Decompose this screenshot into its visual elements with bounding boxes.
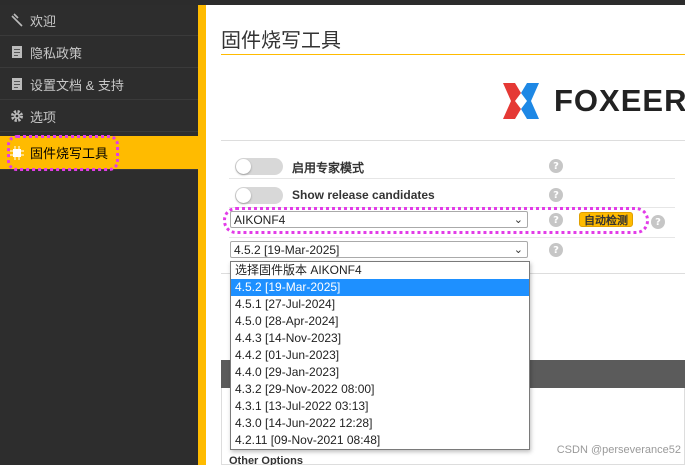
help-icon[interactable]: ? bbox=[549, 243, 563, 257]
sidebar-item-options[interactable]: 选项 bbox=[0, 101, 198, 132]
dropdown-option[interactable]: 4.5.0 [28-Apr-2024] bbox=[231, 313, 529, 330]
foxeer-logo: FOXEER bbox=[500, 79, 685, 123]
watermark: CSDN @perseverance52 bbox=[556, 444, 681, 456]
sidebar-divider bbox=[198, 5, 206, 465]
dropdown-options: 4.5.2 [19-Mar-2025] 4.5.1 [27-Jul-2024] 4.… bbox=[231, 279, 529, 449]
release-candidates-toggle[interactable] bbox=[235, 187, 283, 204]
toggle-knob bbox=[236, 188, 251, 203]
board-select[interactable]: AIKONF4 ⌄ bbox=[230, 211, 528, 228]
dropdown-option[interactable]: 4.4.2 [01-Jun-2023] bbox=[231, 347, 529, 364]
sidebar-item-welcome[interactable]: 欢迎 bbox=[0, 5, 198, 36]
gear-icon bbox=[10, 109, 24, 123]
sidebar-item-label: 设置文档 & 支持 bbox=[30, 77, 124, 93]
dropdown-option[interactable]: 4.2.11 [09-Nov-2021 08:48] bbox=[231, 432, 529, 449]
dropdown-option[interactable]: 4.3.1 [13-Jul-2022 03:13] bbox=[231, 398, 529, 415]
dropdown-option[interactable]: 4.5.1 [27-Jul-2024] bbox=[231, 296, 529, 313]
page-title: 固件烧写工具 bbox=[221, 28, 341, 52]
foxeer-logo-mark bbox=[503, 83, 539, 119]
row-separator bbox=[229, 207, 675, 208]
sidebar-item-label: 欢迎 bbox=[30, 13, 57, 29]
chevron-down-icon: ⌄ bbox=[513, 244, 523, 256]
chevron-down-icon: ⌄ bbox=[513, 214, 523, 226]
sidebar-item-privacy[interactable]: 隐私政策 bbox=[0, 37, 198, 68]
auto-detect-button[interactable]: 自动检测 bbox=[579, 212, 633, 227]
sidebar-item-label: 选项 bbox=[30, 109, 57, 125]
help-icon[interactable]: ? bbox=[549, 213, 563, 227]
sidebar-item-label: 隐私政策 bbox=[30, 45, 83, 61]
version-select[interactable]: 4.5.2 [19-Mar-2025] ⌄ bbox=[230, 241, 528, 258]
dropdown-header: 选择固件版本 AIKONF4 bbox=[235, 263, 362, 277]
help-icon[interactable]: ? bbox=[549, 159, 563, 173]
expert-mode-toggle[interactable] bbox=[235, 158, 283, 175]
dropdown-option[interactable]: 4.4.0 [29-Jan-2023] bbox=[231, 364, 529, 381]
dropdown-option[interactable]: 4.5.2 [19-Mar-2025] bbox=[231, 279, 529, 296]
firmware-flasher-window: 欢迎 隐私政策 设置文档 & 支持 选项 固件烧写工具 固件烧写工具 FOXEE… bbox=[0, 0, 685, 465]
document-icon bbox=[10, 77, 24, 91]
sidebar-item-firmware-flasher[interactable]: 固件烧写工具 bbox=[0, 136, 198, 170]
help-icon[interactable]: ? bbox=[651, 215, 665, 229]
dropdown-option[interactable]: 4.4.3 [14-Nov-2023] bbox=[231, 330, 529, 347]
board-select-value: AIKONF4 bbox=[234, 212, 286, 227]
chip-icon bbox=[10, 145, 24, 160]
expert-mode-row: 启用专家模式 ? bbox=[221, 141, 685, 175]
title-underline bbox=[221, 54, 685, 55]
flasher-settings-panel: 启用专家模式 ? Show release candidates ? AIKON… bbox=[221, 140, 685, 274]
toggle-knob bbox=[236, 159, 251, 174]
version-select-value: 4.5.2 [19-Mar-2025] bbox=[234, 242, 340, 257]
dropdown-option[interactable]: 4.3.2 [29-Nov-2022 08:00] bbox=[231, 381, 529, 398]
dropdown-option[interactable]: 4.3.0 [14-Jun-2022 12:28] bbox=[231, 415, 529, 432]
help-icon[interactable]: ? bbox=[549, 188, 563, 202]
plug-icon bbox=[10, 13, 24, 27]
sidebar-item-docs-support[interactable]: 设置文档 & 支持 bbox=[0, 69, 198, 100]
sidebar: 欢迎 隐私政策 设置文档 & 支持 选项 固件烧写工具 bbox=[0, 5, 198, 465]
logo-text: FOXEER bbox=[554, 83, 685, 118]
document-icon bbox=[10, 45, 24, 59]
release-candidates-label: Show release candidates bbox=[292, 188, 435, 202]
row-separator bbox=[229, 237, 675, 238]
expert-mode-label: 启用专家模式 bbox=[292, 161, 365, 175]
other-options-label: Other Options bbox=[229, 455, 303, 465]
release-candidates-row: Show release candidates ? bbox=[221, 179, 685, 207]
sidebar-item-label: 固件烧写工具 bbox=[30, 146, 109, 161]
version-dropdown-list: 选择固件版本 AIKONF4 4.5.2 [19-Mar-2025] 4.5.1 … bbox=[230, 261, 530, 450]
